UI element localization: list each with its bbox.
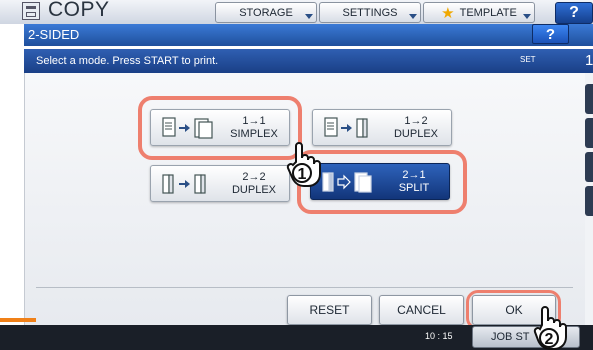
mode-simplex-button[interactable]: 1→1 SIMPLEX: [150, 109, 290, 146]
mode-duplex-1-2-line2: DUPLEX: [393, 128, 439, 140]
tab-template-label: TEMPLATE: [459, 6, 517, 19]
mode-duplex-1-2-label: 1→2 DUPLEX: [387, 115, 445, 141]
bottom-divider: [36, 287, 573, 288]
copier-icon: [22, 2, 40, 20]
mode-simplex-line1: 1→1: [242, 115, 266, 127]
reset-label: RESET: [309, 303, 350, 317]
dialog-help-button[interactable]: ?: [532, 24, 569, 44]
top-app-bar: COPY STORAGE SETTINGS ★ TEMPLATE ?: [0, 0, 593, 24]
step2-number: 2: [545, 331, 554, 348]
mode-simplex-label: 1→1 SIMPLEX: [225, 115, 283, 141]
app-title: COPY: [48, 0, 110, 21]
message-bar: Select a mode. Press START to print. SET…: [24, 49, 593, 73]
cancel-button[interactable]: CANCEL: [379, 295, 464, 325]
mode-split-line1: 2→1: [402, 169, 426, 181]
simplex-icon: [162, 117, 213, 139]
tab-settings[interactable]: SETTINGS: [319, 2, 421, 23]
tab-template[interactable]: ★ TEMPLATE: [423, 2, 535, 23]
set-label: SET: [520, 55, 536, 64]
duplex-2-2-icon: [162, 174, 206, 194]
tap-hand-icon-step2: 2: [533, 306, 567, 350]
mode-split-label: 2→1 SPLIT: [385, 169, 443, 195]
mode-simplex-line2: SIMPLEX: [230, 128, 278, 140]
side-tab-4[interactable]: [585, 186, 593, 216]
help-label: ?: [569, 4, 579, 21]
mode-duplex-2-2-line2: DUPLEX: [231, 184, 277, 196]
mode-duplex-1-2-button[interactable]: 1→2 DUPLEX: [312, 109, 452, 146]
help-button-top[interactable]: ?: [555, 2, 593, 24]
mode-split-button[interactable]: 2→1 SPLIT: [310, 163, 450, 200]
reset-button[interactable]: RESET: [287, 295, 372, 325]
cancel-label: CANCEL: [397, 303, 446, 317]
clock: 10 : 15: [425, 331, 453, 341]
dropdown-arrow-icon: [523, 14, 531, 19]
side-tab-2[interactable]: [585, 118, 593, 148]
job-status-label: JOB ST: [491, 331, 530, 343]
side-tab-1[interactable]: [585, 84, 593, 114]
mode-duplex-2-2-label: 2→2 DUPLEX: [225, 171, 283, 197]
dialog-header: 2-SIDED: [24, 24, 593, 46]
set-count: 1: [585, 52, 593, 69]
split-icon: [322, 172, 372, 193]
tab-storage-label: STORAGE: [239, 6, 293, 19]
mode-duplex-2-2-button[interactable]: 2→2 DUPLEX: [150, 165, 290, 202]
dialog-help-label: ?: [545, 25, 556, 43]
step1-number: 1: [298, 166, 307, 183]
duplex-1-2-icon: [324, 117, 368, 138]
mode-duplex-2-2-line1: 2→2: [242, 171, 266, 183]
ok-label: OK: [505, 303, 523, 317]
side-tab-3[interactable]: [585, 152, 593, 182]
mode-split-line2: SPLIT: [398, 182, 430, 194]
dialog-title: 2-SIDED: [28, 27, 80, 42]
star-icon: ★: [441, 4, 455, 22]
dropdown-arrow-icon: [305, 14, 313, 19]
tap-hand-icon-step1: 1: [286, 142, 321, 187]
status-strip: [0, 318, 36, 322]
mode-duplex-1-2-line1: 1→2: [404, 115, 428, 127]
dropdown-arrow-icon: [409, 14, 417, 19]
tab-storage[interactable]: STORAGE: [215, 2, 317, 23]
instruction-message: Select a mode. Press START to print.: [36, 55, 219, 67]
tab-settings-label: SETTINGS: [342, 6, 398, 19]
